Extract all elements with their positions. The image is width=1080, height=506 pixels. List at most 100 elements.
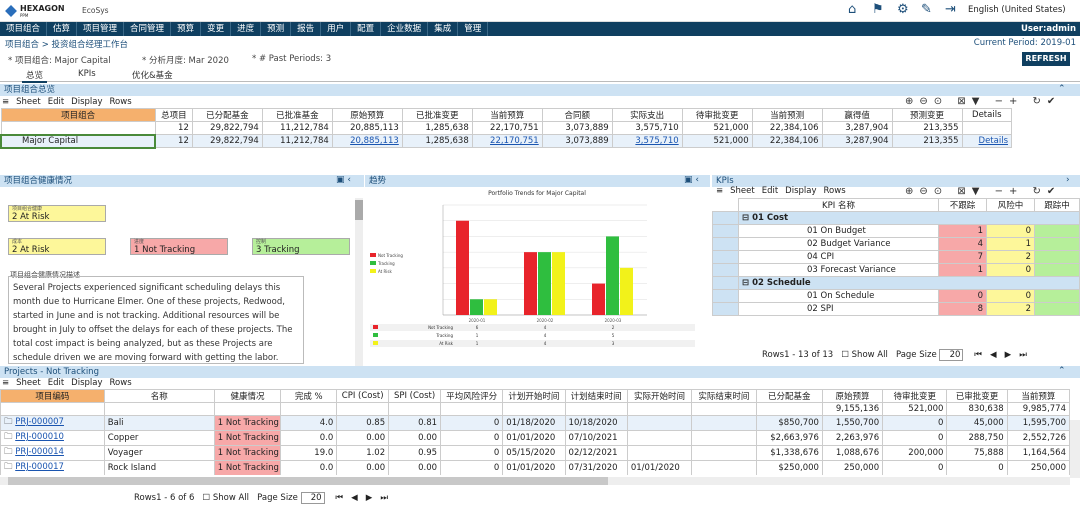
rows-menu[interactable]: Rows [110, 97, 132, 107]
projects-header-2[interactable]: 健康情况 [213, 389, 282, 403]
summary-row-cell-8[interactable]: 3,575,710 [611, 134, 683, 148]
home-icon[interactable]: ⌂ [848, 3, 856, 17]
project-code-link[interactable]: PRJ-000017 [15, 462, 64, 472]
summary-header-5[interactable]: 已批准变更 [401, 108, 473, 122]
kpi-expand-icon[interactable]: › [1066, 175, 1070, 185]
display-menu[interactable]: Display [71, 97, 102, 107]
summary-header-6[interactable]: 当前预算 [471, 108, 543, 122]
logout-icon[interactable]: ⇥ [945, 3, 956, 17]
tab-kpis[interactable]: KPIs [78, 69, 96, 79]
summary-row-cell-0[interactable]: Major Capital [0, 133, 157, 149]
kpi-group-row[interactable]: ⊟ 02 Schedule [712, 276, 1080, 290]
kpi-name-cell[interactable]: 02 Budget Variance [738, 237, 939, 251]
kpi-row[interactable]: 03 Forecast Variance 1 0 [712, 263, 1080, 277]
summary-header-2[interactable]: 已分配基金 [191, 108, 263, 122]
sheet-menu[interactable]: Sheet [730, 186, 755, 196]
summary-header-11[interactable]: 赢得值 [821, 108, 893, 122]
kpi-row[interactable]: 02 SPI 8 2 [712, 302, 1080, 316]
projects-header-7[interactable]: 计划开始时间 [502, 389, 566, 403]
menu-item-8[interactable]: 报告 [291, 22, 322, 36]
menu-icon[interactable]: ≡ [2, 97, 9, 107]
scrollbar-thumb[interactable] [355, 200, 363, 220]
menu-item-2[interactable]: 项目管理 [77, 22, 125, 36]
projects-page-size-input[interactable]: 20 [300, 492, 325, 504]
kpi-tracking-cell[interactable] [1034, 289, 1080, 303]
collapse-icon[interactable]: ⌃ [1058, 84, 1066, 94]
projects-header-11[interactable]: 已分配基金 [755, 389, 823, 403]
kpi-name-cell[interactable]: 01 On Schedule [738, 289, 939, 303]
rows-menu[interactable]: Rows [110, 378, 132, 388]
kpi-nottracking-cell[interactable]: 4 [938, 237, 987, 251]
kpi-atrisk-cell[interactable]: 2 [986, 250, 1035, 264]
menu-item-13[interactable]: 管理 [458, 22, 489, 36]
kpi-row[interactable]: 01 On Schedule 0 0 [712, 289, 1080, 303]
summary-header-0[interactable]: 项目组合 [0, 108, 156, 122]
table-row[interactable]: 🗀 PRJ-000014 Voyager 1 Not Tracking 19.0 1.0… [0, 445, 1070, 461]
filter-month[interactable]: * 分析月度: Mar 2020 [142, 54, 229, 66]
kpi-atrisk-cell[interactable]: 0 [986, 263, 1035, 277]
projects-header-0[interactable]: 项目编码 [0, 389, 105, 403]
refresh-button[interactable]: REFRESH [1022, 52, 1070, 66]
summary-row-cell-4[interactable]: 20,885,113 [331, 134, 403, 148]
display-menu[interactable]: Display [71, 378, 102, 388]
kpi-row[interactable]: 02 Budget Variance 4 1 [712, 237, 1080, 251]
summary-row-cell-6[interactable]: 22,170,751 [471, 134, 543, 148]
kpi-row[interactable]: 04 CPI 7 2 [712, 250, 1080, 264]
projects-header-15[interactable]: 当前预算 [1006, 389, 1070, 403]
filter-portfolio[interactable]: * 项目组合: Major Capital [8, 54, 111, 66]
trend-panel-controls[interactable]: ▣ ‹ [684, 175, 699, 185]
menu-item-6[interactable]: 进度 [231, 22, 262, 36]
summary-header-12[interactable]: 预测变更 [891, 108, 963, 122]
summary-header-3[interactable]: 已批准基金 [261, 108, 333, 122]
hscroll-thumb[interactable] [8, 477, 608, 485]
kpi-group-name[interactable]: ⊟ 02 Schedule [738, 276, 1080, 290]
summary-header-13[interactable]: Details [961, 108, 1013, 122]
menu-item-9[interactable]: 用户 [321, 22, 352, 36]
projects-hscrollbar[interactable] [0, 477, 1070, 485]
menu-icon[interactable]: ≡ [2, 378, 9, 388]
menu-item-11[interactable]: 企业数据 [381, 22, 429, 36]
rows-menu[interactable]: Rows [824, 186, 846, 196]
projects-cell-0[interactable]: 🗀 PRJ-000010 [0, 430, 105, 446]
kpi-header-atrisk[interactable]: 风险中 [986, 198, 1035, 212]
kpi-tracking-cell[interactable] [1034, 224, 1080, 238]
kpi-pager-buttons[interactable]: ⏮ ◀ ▶ ⏭ [974, 350, 1027, 360]
projects-header-3[interactable]: 完成 % [280, 389, 338, 403]
tools-icon[interactable]: ✎ [921, 3, 932, 17]
projects-cell-0[interactable]: 🗀 PRJ-000014 [0, 445, 105, 461]
display-menu[interactable]: Display [785, 186, 816, 196]
flag-icon[interactable]: ⚑ [872, 3, 884, 17]
edit-menu[interactable]: Edit [48, 378, 64, 388]
sheet-menu[interactable]: Sheet [16, 378, 41, 388]
projects-header-5[interactable]: SPI (Cost) [388, 389, 442, 403]
projects-show-all-checkbox[interactable]: ☐ [203, 493, 211, 503]
projects-cell-0[interactable]: 🗀 PRJ-000017 [0, 460, 105, 475]
menu-item-10[interactable]: 配置 [351, 22, 382, 36]
tab-optimization[interactable]: 优化&基金 [132, 69, 173, 81]
kpi-header-name[interactable]: KPI 名称 [738, 198, 939, 212]
edit-menu[interactable]: Edit [48, 97, 64, 107]
summary-row-cell-13[interactable]: Details [961, 134, 1013, 148]
projects-header-12[interactable]: 原始预算 [821, 389, 884, 403]
kpi-atrisk-cell[interactable]: 2 [986, 302, 1035, 316]
projects-header-4[interactable]: CPI (Cost) [336, 389, 390, 403]
summary-header-1[interactable]: 总项目 [154, 108, 193, 122]
kpi-atrisk-cell[interactable]: 0 [986, 289, 1035, 303]
summary-header-4[interactable]: 原始预算 [331, 108, 403, 122]
kpi-header-tracking[interactable]: 跟踪中 [1034, 198, 1080, 212]
collapse-icon[interactable]: ⊟ [742, 278, 752, 288]
edit-menu[interactable]: Edit [762, 186, 778, 196]
kpi-nottracking-cell[interactable]: 1 [938, 263, 987, 277]
projects-scrollbar[interactable] [1070, 420, 1080, 478]
kpi-name-cell[interactable]: 04 CPI [738, 250, 939, 264]
menu-item-4[interactable]: 预算 [171, 22, 202, 36]
user-label[interactable]: User:admin [1021, 22, 1076, 36]
kpi-name-cell[interactable]: 03 Forecast Variance [738, 263, 939, 277]
summary-header-10[interactable]: 当前预测 [751, 108, 823, 122]
menu-icon[interactable]: ≡ [716, 186, 723, 196]
menu-item-3[interactable]: 合同管理 [124, 22, 172, 36]
kpi-nottracking-cell[interactable]: 1 [938, 224, 987, 238]
kpi-tracking-cell[interactable] [1034, 302, 1080, 316]
kpi-atrisk-cell[interactable]: 1 [986, 237, 1035, 251]
projects-collapse-icon[interactable]: ⌃ [1058, 366, 1066, 376]
